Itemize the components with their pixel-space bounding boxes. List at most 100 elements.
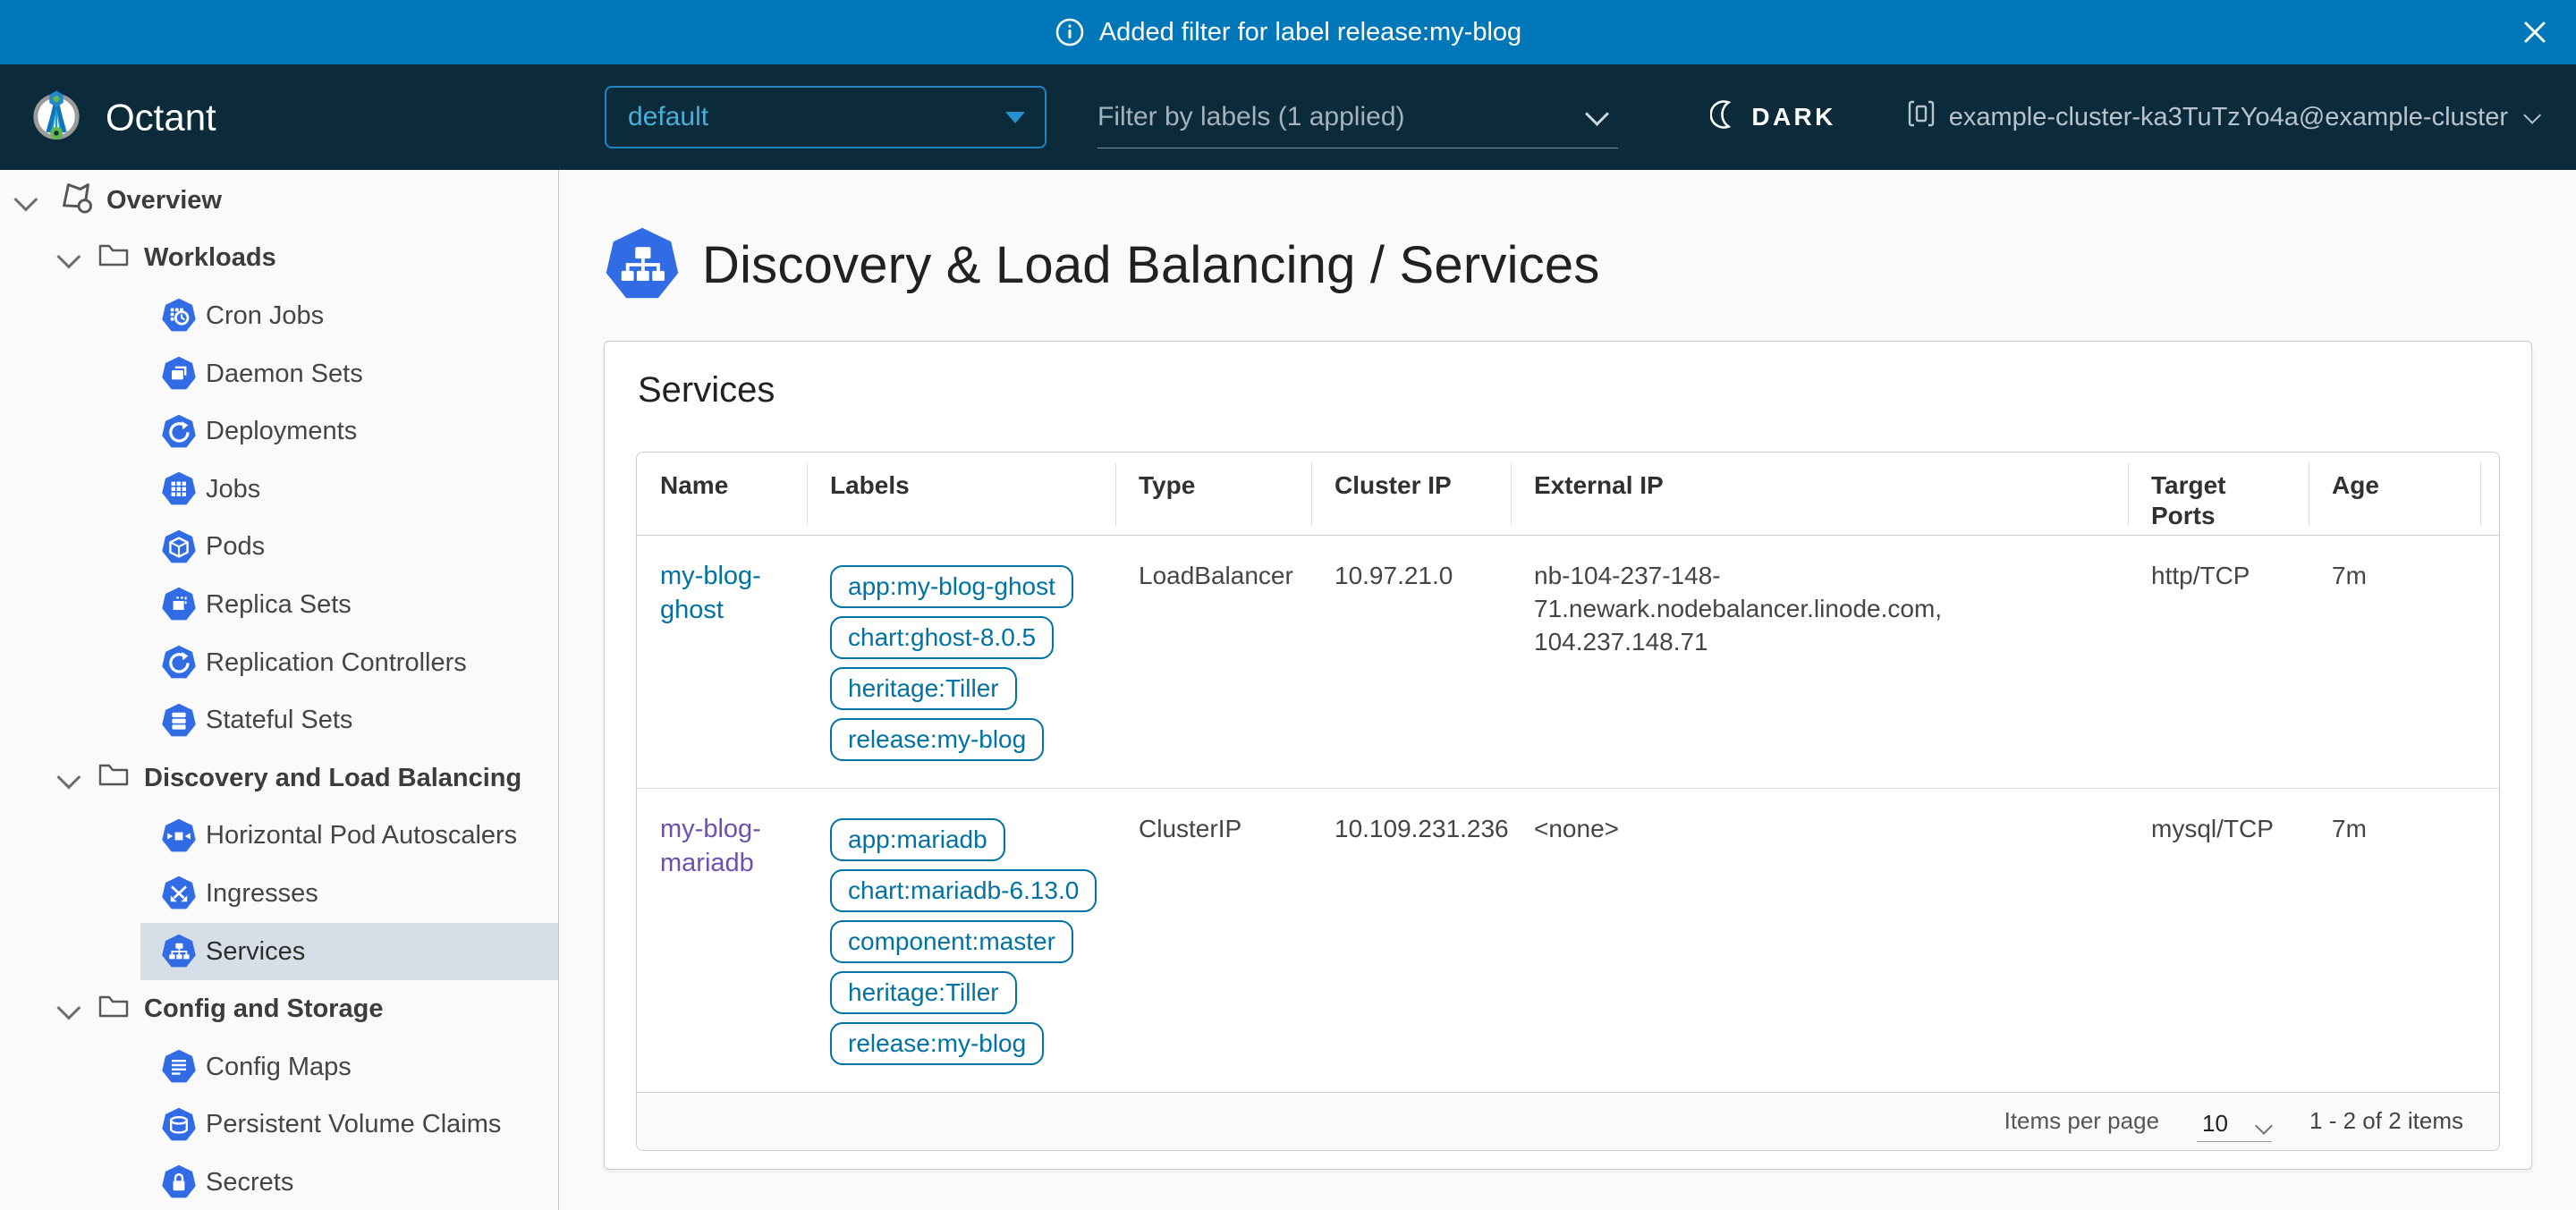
stateful-sets-icon [161,703,197,739]
items-per-page-value: 10 [2202,1110,2228,1138]
column-header-spacer [2480,453,2500,535]
sidebar-item-label: Stateful Sets [206,706,352,735]
label-pill[interactable]: component:master [830,920,1073,963]
sidebar-item-label: Horizontal Pod Autoscalers [206,821,517,850]
sidebar-item-horizontal-pod-autoscalers[interactable]: Horizontal Pod Autoscalers [140,808,558,866]
services-card: Services Name Labels Type Cluster IP Ext… [604,341,2532,1170]
sidebar-group-config-and-storage[interactable]: Config and Storage [0,980,558,1038]
moon-icon [1710,100,1739,135]
external-ip: <none> [1511,788,2128,1092]
sidebar-item-label: Daemon Sets [206,360,363,389]
sidebar-item-pods[interactable]: Pods [140,519,558,577]
label-pill[interactable]: heritage:Tiller [830,971,1017,1014]
sidebar-item-persistent-volume-claims[interactable]: Persistent Volume Claims [140,1096,558,1155]
sidebar-group-workloads[interactable]: Workloads [0,230,558,288]
sidebar-item-services[interactable]: Services [140,923,558,981]
label-pill[interactable]: release:my-blog [830,718,1044,761]
label-pill[interactable]: app:mariadb [830,818,1005,861]
ingresses-icon [161,876,197,911]
label-pill[interactable]: app:my-blog-ghost [830,565,1073,608]
service-name-link[interactable]: my-blog-mariadb [660,815,761,877]
objects-icon [56,177,96,224]
sidebar-item-label: Secrets [206,1168,293,1197]
sidebar-item-label: Services [206,937,305,967]
sidebar-item-secrets[interactable]: Secrets [140,1154,558,1210]
pagination-range: 1 - 2 of 2 items [2309,1107,2463,1135]
folder-icon [97,241,130,276]
services-icon [604,226,681,303]
chevron-down-icon [2255,1117,2273,1135]
daemon-sets-icon [161,356,197,392]
sidebar-item-label: Persistent Volume Claims [206,1110,501,1139]
label-filter-text: Filter by labels (1 applied) [1097,102,1405,132]
chevron-down-icon[interactable] [13,187,38,211]
column-header-type: Type [1115,453,1311,535]
sidebar-item-label: Config and Storage [144,994,383,1024]
sidebar-item-label: Replication Controllers [206,648,467,678]
cluster-name: example-cluster-ka3TuTzYo4a@example-clus… [1949,103,2508,132]
sidebar-item-replication-controllers[interactable]: Replication Controllers [140,634,558,692]
config-maps-icon [161,1049,197,1085]
close-icon[interactable] [2521,18,2549,47]
cron-jobs-icon [161,298,197,334]
folder-icon [97,992,130,1028]
column-header-external-ip: External IP [1511,453,2128,535]
sidebar-item-daemon-sets[interactable]: Daemon Sets [140,345,558,403]
deployments-icon [161,414,197,450]
dark-theme-toggle[interactable]: DARK [1710,100,1835,135]
sidebar-item-deployments[interactable]: Deployments [140,402,558,461]
sidebar-item-label: Cron Jobs [206,301,324,331]
app-header: Octant default Filter by labels (1 appli… [0,64,2576,170]
service-name-link[interactable]: my-blog-ghost [660,562,761,624]
items-per-page-label: Items per page [2004,1107,2159,1135]
sidebar-item-ingresses[interactable]: Ingresses [140,865,558,923]
sidebar-item-jobs[interactable]: Jobs [140,461,558,519]
services-icon [161,934,197,969]
sidebar-item-stateful-sets[interactable]: Stateful Sets [140,691,558,749]
sidebar-item-cron-jobs[interactable]: Cron Jobs [140,287,558,345]
services-table: Name Labels Type Cluster IP External IP … [636,452,2500,1151]
page-title-row: Discovery & Load Balancing / Services [604,226,2532,303]
sidebar-nav: Overview Workloads Cron Jobs Daemon Sets… [0,170,559,1210]
label-pill[interactable]: chart:ghost-8.0.5 [830,616,1054,659]
chevron-down-icon[interactable] [56,765,80,789]
target-ports: http/TCP [2128,535,2309,788]
age: 7m [2309,535,2480,788]
page-title: Discovery & Load Balancing / Services [702,235,1600,295]
chevron-down-icon [2523,106,2541,124]
label-pill[interactable]: release:my-blog [830,1022,1044,1065]
sidebar-item-label: Workloads [144,243,276,273]
sidebar-item-label: Deployments [206,417,357,446]
items-per-page-select[interactable]: 10 [2197,1100,2272,1142]
table-footer: Items per page 10 1 - 2 of 2 items [637,1092,2499,1150]
cluster-icon [1906,98,1936,136]
label-pill[interactable]: heritage:Tiller [830,667,1017,710]
persistent-volume-claims-icon [161,1107,197,1143]
sidebar-group-discovery-and-load-balancing[interactable]: Discovery and Load Balancing [0,749,558,808]
replication-controllers-icon [161,645,197,681]
card-title: Services [638,370,2500,410]
label-pill[interactable]: chart:mariadb-6.13.0 [830,869,1097,912]
caret-down-icon [1005,112,1025,123]
cluster-ip: 10.109.231.236 [1311,788,1511,1092]
sidebar-item-replica-sets[interactable]: Replica Sets [140,576,558,634]
pods-icon [161,529,197,565]
column-header-name: Name [637,453,807,535]
label-filter-dropdown[interactable]: Filter by labels (1 applied) [1097,86,1618,148]
target-ports: mysql/TCP [2128,788,2309,1092]
chevron-down-icon[interactable] [56,245,80,269]
replica-sets-icon [161,587,197,622]
namespace-dropdown[interactable]: default [605,86,1046,148]
external-ip: nb-104-237-148-71.newark.nodebalancer.li… [1511,535,2128,788]
sidebar-item-overview[interactable]: Overview [0,172,558,230]
chevron-down-icon[interactable] [56,996,80,1020]
info-circle-icon [1055,17,1085,47]
main-content: Discovery & Load Balancing / Services Se… [559,170,2576,1210]
notification-message: Added filter for label release:my-blog [1099,18,1521,47]
namespace-value: default [628,102,708,132]
sidebar-item-config-maps[interactable]: Config Maps [140,1038,558,1096]
folder-icon [97,760,130,796]
sidebar-item-label: Ingresses [206,879,318,909]
sidebar-item-label: Replica Sets [206,590,352,620]
cluster-dropdown[interactable]: example-cluster-ka3TuTzYo4a@example-clus… [1906,98,2537,136]
